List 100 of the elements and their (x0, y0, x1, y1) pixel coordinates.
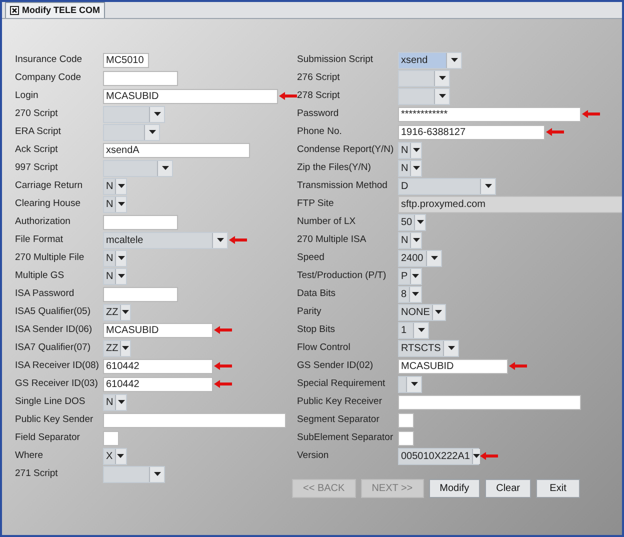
action-button[interactable]: Modify (428, 479, 480, 498)
text-field[interactable]: xsendA (103, 142, 250, 158)
dropdown[interactable]: 8 (398, 286, 422, 302)
text-field[interactable] (103, 286, 178, 302)
caret-icon (154, 112, 160, 116)
field-label: Segment Separator (297, 412, 380, 427)
text-field[interactable]: MCASUBID (103, 88, 278, 104)
dropdown[interactable]: N (398, 232, 422, 248)
arrow-icon (214, 380, 232, 388)
text-field[interactable]: ************ (398, 106, 581, 122)
dropdown[interactable]: N (103, 196, 127, 212)
arrow-icon (509, 362, 527, 370)
caret-icon (450, 58, 458, 62)
caret-icon (118, 256, 125, 260)
field-label: Field Separator (15, 430, 81, 445)
dropdown[interactable]: X (103, 448, 127, 464)
field-label: Password (297, 106, 340, 121)
text-field[interactable]: sftp.proxymed.com (398, 196, 622, 212)
text-field[interactable]: 610442 (103, 358, 213, 374)
dropdown[interactable]: N (103, 178, 127, 194)
caret-icon (117, 454, 124, 458)
field-label: Single Line DOS (15, 394, 86, 409)
dropdown[interactable]: ZZ (103, 304, 131, 320)
field-label: Ack Script (15, 142, 59, 157)
field-label: 270 Multiple ISA (297, 232, 368, 247)
caret-icon (418, 328, 424, 332)
action-button[interactable]: Clear (485, 479, 532, 498)
field-label: Version (297, 448, 330, 463)
text-field[interactable] (103, 430, 119, 446)
dropdown[interactable]: ZZ (103, 340, 131, 356)
field-label: Condense Report(Y/N) (297, 142, 395, 157)
caret-icon (118, 202, 125, 206)
caret-icon (412, 292, 419, 296)
field-label: Where (15, 448, 44, 463)
field-label: Login (15, 88, 40, 103)
field-label: Public Key Receiver (297, 394, 384, 409)
text-field[interactable] (398, 412, 414, 428)
caret-icon (118, 400, 125, 404)
field-label: Number of LX (297, 214, 357, 229)
action-button[interactable]: Exit (536, 479, 580, 498)
caret-icon (410, 382, 418, 386)
field-label: ISA Password (15, 286, 76, 301)
dropdown[interactable]: D (398, 178, 496, 194)
field-label: ISA7 Qualifier(07) (15, 340, 92, 355)
field-label: Stop Bits (297, 322, 336, 337)
caret-icon (430, 256, 438, 260)
caret-icon (438, 94, 446, 98)
caret-icon (412, 148, 420, 152)
arrow-icon (582, 110, 600, 118)
caret-icon (122, 346, 130, 350)
caret-icon (448, 346, 454, 350)
field-label: ISA5 Qualifier(05) (15, 304, 92, 319)
field-label: Data Bits (297, 286, 337, 301)
dropdown[interactable] (398, 376, 422, 392)
text-field[interactable]: MCASUBID (398, 358, 508, 374)
dropdown[interactable]: 50 (398, 214, 426, 230)
arrow-icon (279, 92, 297, 100)
dropdown[interactable]: N (398, 160, 422, 176)
caret-icon (484, 184, 492, 188)
field-label: Clearing House (15, 196, 82, 211)
dropdown[interactable]: N (398, 142, 422, 158)
field-label: Company Code (15, 70, 82, 85)
field-label: File Format (15, 232, 64, 247)
field-label: GS Receiver ID(03) (15, 376, 99, 391)
dropdown[interactable]: N (103, 268, 127, 284)
field-label: Authorization (15, 214, 72, 229)
field-label: Zip the Files(Y/N) (297, 160, 372, 175)
caret-icon (216, 238, 224, 242)
window-tab[interactable]: Modify TELE COM (5, 2, 105, 18)
text-field[interactable] (103, 70, 178, 86)
caret-icon (118, 274, 125, 278)
field-label: Submission Script (297, 52, 374, 67)
dropdown[interactable]: P (398, 268, 422, 284)
dropdown[interactable]: N (103, 250, 127, 266)
field-label: Test/Production (P/T) (297, 268, 388, 283)
caret-icon (435, 310, 442, 314)
text-field[interactable] (398, 394, 581, 410)
text-field[interactable]: MC5010 (103, 52, 149, 68)
dropdown[interactable]: N (103, 394, 127, 410)
caret-icon (162, 166, 168, 170)
field-label: ISA Sender ID(06) (15, 322, 94, 337)
dropdown[interactable]: 005010X222A1 (398, 448, 479, 464)
dropdown[interactable]: 1 (398, 322, 429, 338)
text-field[interactable] (398, 430, 414, 446)
text-field[interactable] (103, 412, 286, 428)
dropdown[interactable]: NONE (398, 304, 446, 320)
field-label: 270 Script (15, 106, 59, 121)
field-label: Transmission Method (297, 178, 388, 193)
text-field[interactable] (103, 214, 178, 230)
caret-icon (416, 220, 424, 224)
text-field[interactable]: 610442 (103, 376, 213, 392)
dropdown[interactable]: 2400 (398, 250, 442, 266)
close-icon[interactable] (10, 6, 19, 15)
dropdown[interactable]: RTSCTS (398, 340, 459, 356)
caret-icon (438, 76, 446, 80)
dropdown[interactable]: mcaltele (103, 232, 228, 248)
text-field[interactable]: MCASUBID (103, 322, 213, 338)
caret-icon (412, 238, 420, 242)
text-field[interactable]: 1916-6388127 (398, 124, 545, 140)
dropdown[interactable]: xsend (398, 52, 462, 68)
